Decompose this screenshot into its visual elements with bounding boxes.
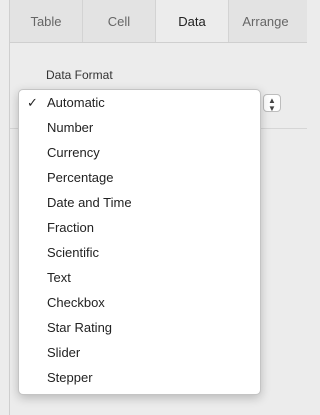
menu-item-scientific[interactable]: Scientific: [19, 242, 260, 264]
menu-item-fraction[interactable]: Fraction: [19, 217, 260, 239]
checkmark-icon: ✓: [27, 95, 38, 110]
menu-item-number[interactable]: Number: [19, 117, 260, 139]
menu-item-automatic[interactable]: ✓ Automatic: [19, 92, 260, 114]
menu-item-slider[interactable]: Slider: [19, 342, 260, 364]
menu-item-currency[interactable]: Currency: [19, 142, 260, 164]
menu-item-percentage[interactable]: Percentage: [19, 167, 260, 189]
menu-item-label: Slider: [47, 345, 81, 360]
tab-data[interactable]: Data: [156, 0, 229, 42]
menu-item-label: Checkbox: [47, 295, 105, 310]
menu-item-text[interactable]: Text: [19, 267, 260, 289]
menu-item-label: Date and Time: [47, 195, 132, 210]
tab-table[interactable]: Table: [10, 0, 83, 42]
tab-cell[interactable]: Cell: [83, 0, 156, 42]
menu-item-stepper[interactable]: Stepper: [19, 367, 260, 389]
menu-item-label: Percentage: [47, 170, 114, 185]
inspector-tab-bar: Table Cell Data Arrange: [10, 0, 307, 43]
menu-item-checkbox[interactable]: Checkbox: [19, 292, 260, 314]
menu-item-label: Scientific: [47, 245, 100, 260]
menu-item-label: Fraction: [47, 220, 94, 235]
tab-arrange[interactable]: Arrange: [229, 0, 302, 42]
menu-item-label: Currency: [47, 145, 100, 160]
menu-item-label: Automatic: [47, 95, 105, 110]
format-popup-stepper-icon[interactable]: ▲ ▼: [263, 94, 281, 113]
data-format-dropdown-menu: ✓ Automatic Number Currency Percentage D…: [18, 89, 261, 395]
menu-item-label: Star Rating: [47, 320, 113, 335]
menu-item-label: Number: [47, 120, 94, 135]
menu-item-label: Stepper: [47, 370, 93, 385]
menu-item-label: Text: [47, 270, 71, 285]
menu-item-date-and-time[interactable]: Date and Time: [19, 192, 260, 214]
data-format-label: Data Format: [46, 68, 113, 82]
menu-item-star-rating[interactable]: Star Rating: [19, 317, 260, 339]
